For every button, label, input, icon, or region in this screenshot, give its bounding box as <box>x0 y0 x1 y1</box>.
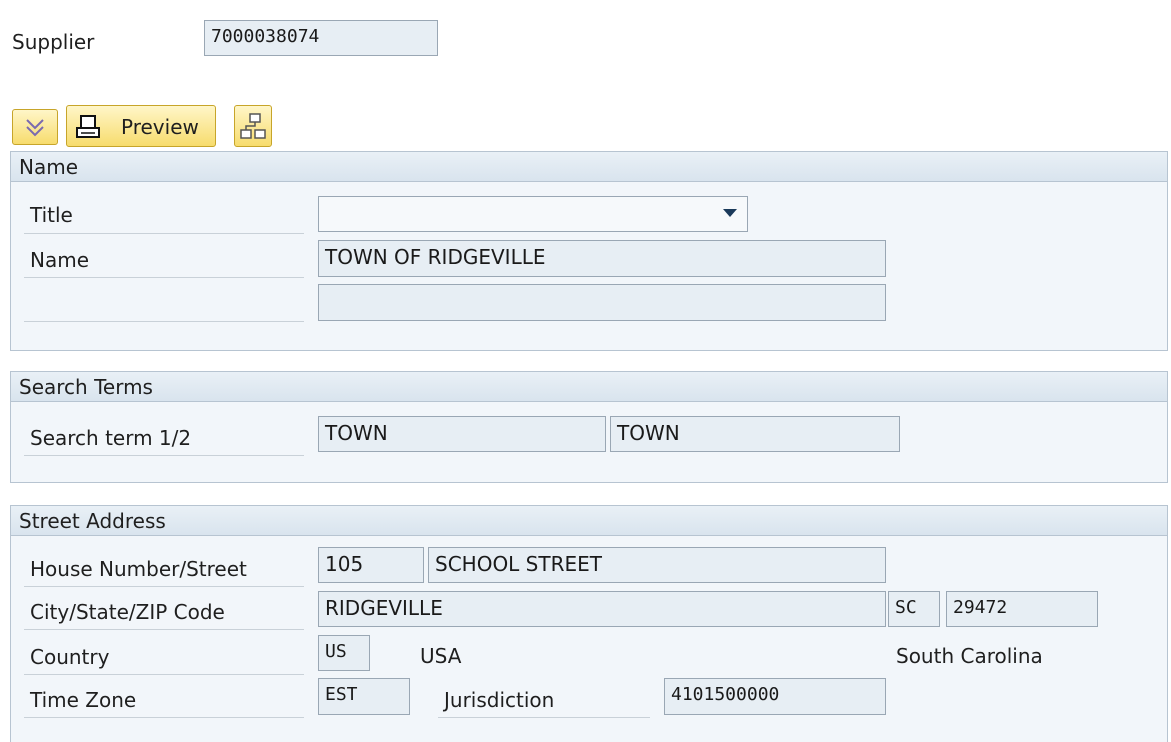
house-number-field[interactable]: 105 <box>318 547 424 583</box>
country-code-field[interactable]: US <box>318 635 370 671</box>
search-term-label: Search term 1/2 <box>30 426 192 450</box>
divider <box>24 586 304 587</box>
double-chevron-down-icon <box>26 119 44 137</box>
divider <box>24 629 304 630</box>
hierarchy-icon <box>240 113 266 139</box>
time-zone-field[interactable]: EST <box>318 678 410 715</box>
jurisdiction-label: Jurisdiction <box>444 688 555 712</box>
country-label: Country <box>30 645 110 669</box>
zip-field[interactable]: 29472 <box>946 591 1098 627</box>
name-field-1[interactable]: TOWN OF RIDGEVILLE <box>318 240 886 277</box>
time-zone-label: Time Zone <box>30 688 137 712</box>
name-label: Name <box>30 248 90 272</box>
divider <box>24 321 304 322</box>
divider <box>438 717 650 718</box>
hierarchy-button[interactable] <box>234 105 272 147</box>
jurisdiction-field[interactable]: 4101500000 <box>664 678 886 715</box>
city-state-zip-label: City/State/ZIP Code <box>30 600 225 624</box>
preview-button[interactable]: Preview <box>66 105 216 147</box>
region-name: South Carolina <box>896 644 1043 668</box>
supplier-field[interactable]: 7000038074 <box>204 20 438 56</box>
city-field[interactable]: RIDGEVILLE <box>318 591 886 627</box>
supplier-label: Supplier <box>12 30 95 54</box>
state-field[interactable]: SC <box>888 591 940 627</box>
street-field[interactable]: SCHOOL STREET <box>428 547 886 583</box>
divider <box>24 233 304 234</box>
title-label: Title <box>30 203 73 227</box>
name-field-2[interactable] <box>318 284 886 321</box>
house-street-label: House Number/Street <box>30 557 247 581</box>
divider <box>24 674 304 675</box>
printer-icon <box>76 115 100 138</box>
street-address-title: Street Address <box>11 506 1167 536</box>
country-name: USA <box>420 644 462 668</box>
search-terms-title: Search Terms <box>11 372 1167 402</box>
divider <box>24 455 304 456</box>
search-term-1-field[interactable]: TOWN <box>318 416 606 452</box>
dropdown-arrow-icon[interactable] <box>723 209 737 219</box>
expand-button[interactable] <box>12 109 58 145</box>
search-term-2-field[interactable]: TOWN <box>610 416 900 452</box>
name-section-title: Name <box>11 152 1167 182</box>
divider <box>24 277 304 278</box>
title-dropdown[interactable] <box>318 196 748 232</box>
divider <box>24 717 304 718</box>
preview-label: Preview <box>121 115 199 139</box>
